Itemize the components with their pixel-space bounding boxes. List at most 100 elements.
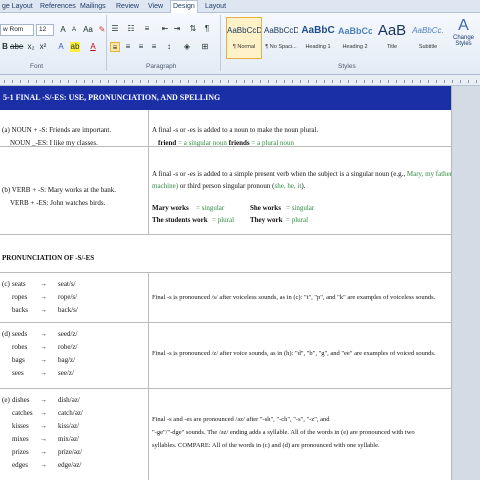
style-name: ¶ Normal xyxy=(232,44,256,50)
arrow-icon: → xyxy=(40,330,47,338)
ruler-tick xyxy=(268,80,269,83)
ruler-tick xyxy=(180,80,181,83)
style-heading-2[interactable]: AaBbCc Heading 2 xyxy=(337,17,373,59)
she-works-label: = singular xyxy=(286,204,315,212)
highlight-icon[interactable]: ab xyxy=(70,42,80,52)
increase-indent-icon[interactable]: ⇥ xyxy=(172,24,182,34)
ruler-tick xyxy=(348,80,349,83)
style-subtitle[interactable]: AaBbCc. Subtitle xyxy=(410,17,446,59)
borders-icon[interactable]: ⊞ xyxy=(200,42,210,52)
bullets-icon[interactable]: ☰ xyxy=(110,24,120,34)
ruler-tick xyxy=(428,80,429,83)
document-page[interactable]: 5-1 FINAL -S/-ES: USE, PRONUNCIATION, AN… xyxy=(0,86,464,480)
numbering-icon[interactable]: ☷ xyxy=(126,24,136,34)
arrow-icon: → xyxy=(40,461,47,469)
subscript-icon[interactable]: x₂ xyxy=(26,42,36,52)
superscript-icon[interactable]: x² xyxy=(38,42,48,52)
align-right-icon[interactable]: ≡ xyxy=(136,42,146,52)
result-d-4: see/z/ xyxy=(58,369,74,377)
word-e-5: prizes xyxy=(12,448,29,456)
style-preview: AaBbC xyxy=(301,25,335,36)
table-divider xyxy=(0,322,451,323)
change-case-icon[interactable]: Aa xyxy=(83,25,93,35)
students-work: The students work xyxy=(152,216,208,224)
strikethrough-icon[interactable]: abe xyxy=(10,42,23,52)
word-e-2: catches xyxy=(12,409,33,417)
ruler-tick xyxy=(204,80,205,83)
arrow-icon: → xyxy=(40,280,47,288)
table-divider xyxy=(0,272,451,273)
table-divider xyxy=(148,110,149,234)
ruler-tick xyxy=(244,80,245,83)
rule-b-line-2: machine) or third person singular pronou… xyxy=(152,182,306,190)
she-works: She works xyxy=(250,204,281,212)
style-no-spacing[interactable]: AaBbCcDc ¶ No Spaci... xyxy=(263,17,299,59)
style-name: Heading 1 xyxy=(305,44,331,50)
arrow-icon: → xyxy=(40,356,47,364)
tab-page-layout[interactable]: ge Layout xyxy=(0,1,35,13)
rule-b-pronouns: she, he, it xyxy=(274,182,302,190)
ruler-tick xyxy=(436,80,437,83)
style-name: Title xyxy=(386,44,398,50)
style-preview: AaB xyxy=(377,22,407,39)
style-title[interactable]: AaB Title xyxy=(374,17,410,59)
sort-icon[interactable]: ⇅ xyxy=(188,24,198,34)
result-e-3: kiss/əz/ xyxy=(58,422,79,430)
font-size-box[interactable]: 12 xyxy=(36,24,54,36)
ruler-tick xyxy=(252,80,253,83)
rule-a-example: friend = a singular noun friends = a plu… xyxy=(158,139,294,147)
tab-design[interactable]: Design xyxy=(170,0,198,14)
ruler-tick xyxy=(220,80,221,83)
result-d-1: seed/z/ xyxy=(58,330,78,338)
grow-font-icon[interactable]: A xyxy=(58,25,68,35)
style-normal[interactable]: AaBbCcDc ¶ Normal xyxy=(226,17,262,59)
singular-label: = a singular noun xyxy=(178,139,227,147)
section-banner: 5-1 FINAL -S/-ES: USE, PRONUNCIATION, AN… xyxy=(0,86,451,110)
multilevel-list-icon[interactable]: ≡ xyxy=(142,24,152,34)
result-d-2: robe/z/ xyxy=(58,343,78,351)
they-work: They work xyxy=(250,216,283,224)
bold-icon[interactable]: B xyxy=(0,42,10,52)
rule-a-text: A final -s or -es is added to a noun to … xyxy=(152,126,319,134)
tab-view[interactable]: View xyxy=(146,1,165,13)
shading-icon[interactable]: ◈ xyxy=(182,42,192,52)
mary-works: Mary works xyxy=(152,204,189,212)
example-a-line-1: (a) NOUN + -S: Friends are important. xyxy=(2,126,112,134)
shrink-font-icon[interactable]: A xyxy=(69,25,79,35)
example-e-label: (e) xyxy=(2,396,10,404)
style-preview: AaBbCcDc xyxy=(227,26,261,35)
ruler-tick xyxy=(404,80,405,83)
ruler-tick xyxy=(156,80,157,83)
rule-b-text: A final -s or -es is added to a simple p… xyxy=(152,170,406,178)
ruler-tick xyxy=(340,80,341,83)
show-marks-icon[interactable]: ¶ xyxy=(202,24,212,34)
styles-group-label: Styles xyxy=(338,63,356,70)
ruler-tick xyxy=(116,80,117,83)
ruler-tick xyxy=(380,80,381,83)
line-spacing-icon[interactable]: ↕ xyxy=(164,42,174,52)
text-effects-icon[interactable]: A xyxy=(56,42,66,52)
style-preview: AaBbCcDc xyxy=(264,26,298,35)
word-d-4: sees xyxy=(12,369,24,377)
change-styles-button[interactable]: A Change Styles xyxy=(447,17,480,47)
ruler-tick xyxy=(44,80,45,83)
align-center-icon[interactable]: ≡ xyxy=(123,42,133,52)
word-friends: friends xyxy=(228,139,250,147)
style-heading-1[interactable]: AaBbC Heading 1 xyxy=(300,17,336,59)
ruler-tick xyxy=(188,80,189,83)
font-color-icon[interactable]: A xyxy=(88,42,98,52)
tab-mailings[interactable]: Mailings xyxy=(78,1,108,13)
ribbon: w Rom 12 A A Aa ✎ B abe x₂ x² A ab A Fon… xyxy=(0,13,480,75)
tab-review[interactable]: Review xyxy=(114,1,141,13)
font-name-box[interactable]: w Rom xyxy=(0,24,34,36)
tab-layout[interactable]: Layout xyxy=(203,1,228,13)
horizontal-ruler[interactable] xyxy=(0,75,480,86)
page-gutter xyxy=(452,86,480,480)
arrow-icon: → xyxy=(40,435,47,443)
ruler-tick xyxy=(300,80,301,83)
decrease-indent-icon[interactable]: ⇤ xyxy=(160,24,170,34)
align-left-icon[interactable]: ≡ xyxy=(110,42,120,52)
tab-references[interactable]: References xyxy=(38,1,78,13)
word-c-3: backs xyxy=(12,306,28,314)
justify-icon[interactable]: ≡ xyxy=(149,42,159,52)
